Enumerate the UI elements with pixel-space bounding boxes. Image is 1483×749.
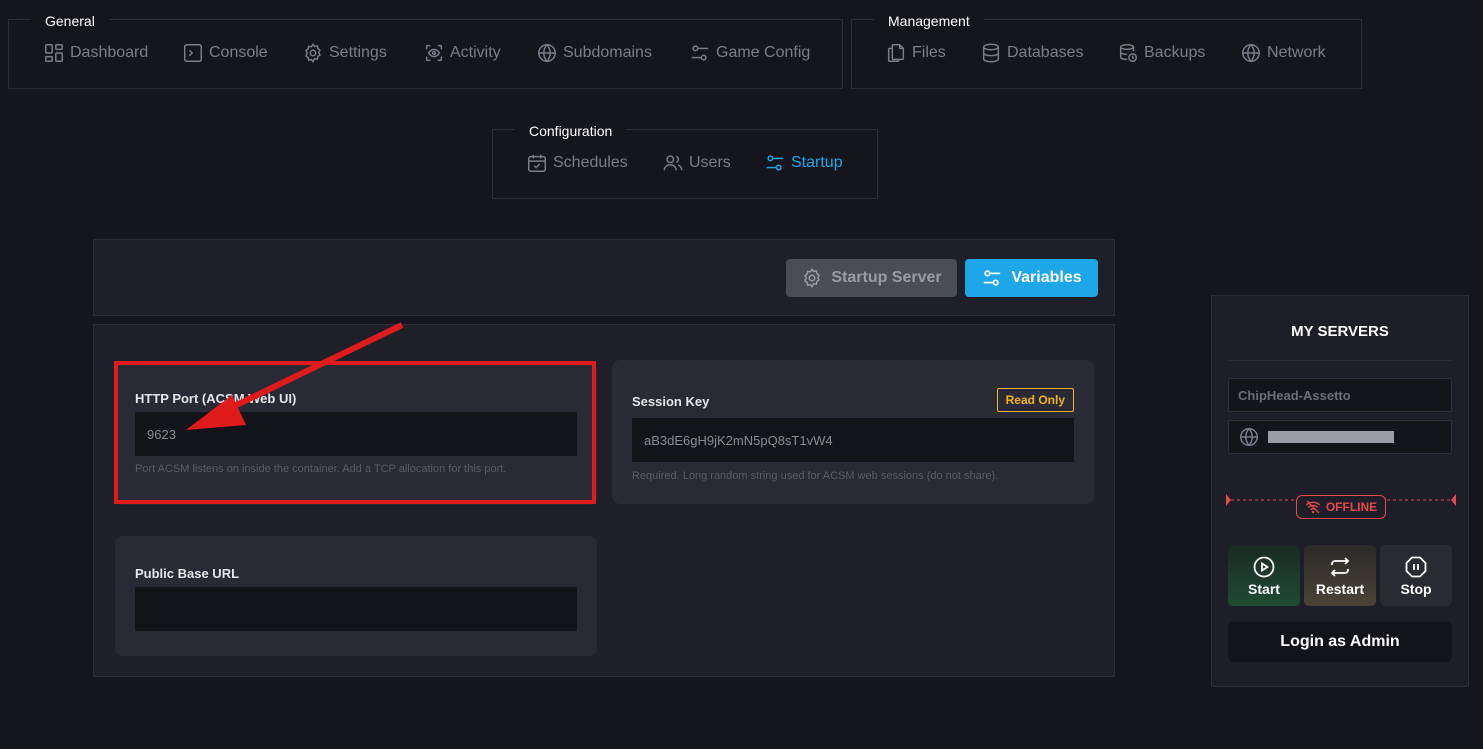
users-icon	[663, 155, 683, 171]
nav-label: Game Config	[716, 44, 811, 61]
nav-item-databases[interactable]: Databases	[980, 42, 1084, 64]
divider	[1228, 360, 1452, 361]
nav-label: Files	[912, 44, 946, 61]
nav-label: Settings	[329, 44, 387, 61]
gear-icon	[305, 43, 321, 64]
nav-item-schedules[interactable]: Schedules	[526, 152, 628, 174]
variable-help: Required. Long random string used for AC…	[632, 470, 999, 482]
nav-item-settings[interactable]: Settings	[302, 42, 387, 64]
globe-icon	[538, 43, 556, 63]
terminal-icon	[184, 44, 202, 62]
nav-group-general: General Dashboard Console Settings Activ…	[8, 8, 843, 89]
nav-item-activity[interactable]: Activity	[423, 42, 501, 64]
server-name-box[interactable]: ChipHead-Assetto	[1228, 378, 1452, 412]
database-icon	[982, 43, 1000, 63]
status-badge: OFFLINE	[1296, 495, 1386, 519]
nav-group-title: Management	[874, 8, 984, 34]
restart-label: Restart	[1315, 580, 1365, 597]
my-servers-title: MY SERVERS	[1291, 323, 1389, 340]
globe-icon	[1242, 43, 1260, 63]
nav-label: Users	[689, 154, 731, 171]
wifi-off-icon	[1305, 500, 1320, 514]
files-icon	[887, 44, 905, 62]
nav-group-configuration: Configuration Schedules Users Startup	[492, 118, 878, 199]
restart-button[interactable]: Restart	[1304, 545, 1376, 606]
variable-card-session-key: Session Key Read Only Required. Long ran…	[612, 360, 1094, 504]
annotation-highlight-box	[114, 361, 596, 504]
nav-label: Subdomains	[563, 44, 652, 61]
variables-label: Variables	[1011, 269, 1082, 286]
globe-icon	[1240, 427, 1258, 447]
server-address-box	[1228, 420, 1452, 454]
eye-scan-icon	[425, 44, 443, 62]
session-key-input	[632, 418, 1074, 462]
nav-item-users[interactable]: Users	[662, 152, 731, 174]
variables-button[interactable]: Variables	[965, 259, 1098, 297]
nav-label: Backups	[1144, 44, 1206, 61]
sliders-icon	[691, 45, 709, 61]
play-icon	[1253, 556, 1275, 577]
login-as-admin-button[interactable]: Login as Admin	[1228, 622, 1452, 662]
nav-label: Activity	[450, 44, 501, 61]
nav-item-network[interactable]: Network	[1240, 42, 1326, 64]
stop-label: Stop	[1400, 580, 1432, 597]
variable-card-public-base-url: Public Base URL	[115, 536, 597, 656]
public-base-url-input[interactable]	[135, 587, 577, 631]
gear-icon	[804, 268, 821, 289]
nav-label: Databases	[1007, 44, 1084, 61]
nav-item-files[interactable]: Files	[885, 42, 946, 64]
redacted-address	[1268, 431, 1394, 443]
startup-server-button[interactable]: Startup Server	[786, 259, 957, 297]
repeat-icon	[1330, 556, 1350, 577]
nav-item-backups[interactable]: Backups	[1117, 42, 1205, 64]
nav-item-console[interactable]: Console	[182, 42, 268, 64]
status-label: OFFLINE	[1325, 500, 1378, 514]
nav-item-subdomains[interactable]: Subdomains	[536, 42, 652, 64]
start-label: Start	[1248, 580, 1280, 597]
nav-label: Network	[1267, 44, 1326, 61]
backup-icon	[1119, 44, 1137, 62]
nav-item-dashboard[interactable]: Dashboard	[43, 42, 148, 64]
calendar-check-icon	[528, 154, 546, 172]
nav-group-title: Configuration	[515, 118, 627, 144]
nav-label: Startup	[791, 154, 843, 171]
read-only-badge: Read Only	[996, 388, 1074, 412]
variable-label: Session Key	[632, 394, 710, 409]
variable-label: Public Base URL	[135, 566, 240, 581]
sliders-icon	[984, 270, 1001, 286]
nav-label: Console	[209, 44, 268, 61]
dashboard-icon	[45, 44, 63, 62]
nav-label: Dashboard	[70, 44, 149, 61]
my-servers-panel: MY SERVERS ChipHead-Assetto OFFLINE Star…	[1211, 295, 1469, 687]
start-button[interactable]: Start	[1228, 545, 1300, 606]
startup-toolbar: Startup Server Variables	[93, 239, 1115, 316]
nav-group-management: Management Files Databases Backups Netwo…	[851, 8, 1362, 89]
nav-item-game-config[interactable]: Game Config	[689, 42, 810, 64]
nav-label: Schedules	[553, 154, 628, 171]
startup-server-label: Startup Server	[831, 269, 942, 286]
pause-octagon-icon	[1405, 556, 1427, 577]
stop-button[interactable]: Stop	[1380, 545, 1452, 606]
nav-group-title: General	[31, 8, 109, 34]
sliders-icon	[766, 155, 784, 171]
nav-item-startup[interactable]: Startup	[764, 152, 843, 174]
